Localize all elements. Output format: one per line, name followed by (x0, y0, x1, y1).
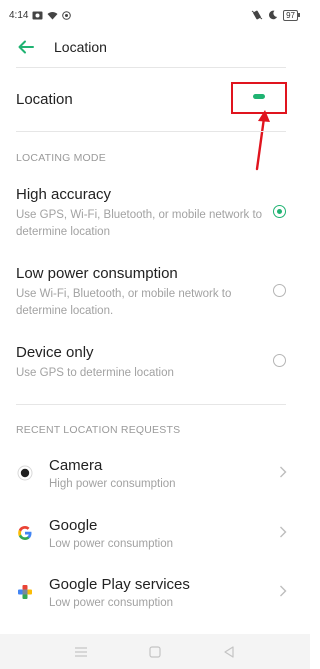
mode-option-title: Low power consumption (16, 265, 178, 282)
camera-icon (16, 464, 34, 482)
menu-icon (75, 646, 87, 657)
back-triangle-icon (224, 645, 234, 658)
navigation-bar (0, 634, 310, 669)
mode-option-description: Use GPS to determine location (16, 367, 174, 379)
mode-option-description: Use GPS, Wi-Fi, Bluetooth, or mobile net… (16, 209, 263, 238)
recent-request-camera[interactable]: Camera High power consumption (0, 450, 310, 506)
section-header-locating-mode: LOCATING MODE (16, 152, 106, 164)
location-toggle-label: Location (16, 90, 73, 108)
radio-unselected[interactable] (273, 354, 286, 367)
mode-option-high-accuracy[interactable]: High accuracy Use GPS, Wi-Fi, Bluetooth,… (0, 178, 310, 244)
chevron-right-icon (278, 465, 288, 479)
radio-unselected[interactable] (273, 284, 286, 297)
moon-icon (268, 10, 278, 20)
circle-icon (62, 10, 72, 20)
mode-option-title: High accuracy (16, 186, 112, 203)
back-button[interactable] (16, 37, 36, 57)
mode-option-device-only[interactable]: Device only Use GPS to determine locatio… (0, 336, 310, 386)
recent-request-app: Google Play services (49, 576, 190, 593)
recent-request-usage: Low power consumption (49, 597, 174, 609)
recent-request-usage: Low power consumption (49, 538, 174, 550)
annotation-arrow-icon (255, 110, 270, 171)
app-bar: Location (0, 30, 310, 64)
home-button[interactable] (147, 644, 163, 660)
back-nav-button[interactable] (221, 644, 237, 660)
home-square-icon (149, 645, 161, 658)
status-time: 4:14 (9, 9, 29, 21)
chevron-right-icon (278, 584, 288, 598)
divider (16, 404, 286, 405)
status-bar: 4:14 97 (0, 0, 310, 30)
radio-selected[interactable] (273, 205, 286, 218)
image-icon (32, 11, 43, 20)
recent-request-play-services[interactable]: Google Play services Low power consumpti… (0, 569, 310, 625)
recent-request-usage: High power consumption (49, 478, 176, 490)
vibrate-icon (251, 10, 263, 20)
status-right: 97 (251, 9, 300, 21)
recent-request-app: Camera (49, 457, 103, 474)
page-title: Location (54, 39, 107, 55)
menu-button[interactable] (73, 644, 89, 660)
google-g-icon (16, 524, 34, 542)
divider (16, 131, 286, 132)
section-header-recent-requests: RECENT LOCATION REQUESTS (16, 424, 181, 436)
wifi-icon (47, 11, 58, 20)
recent-request-google[interactable]: Google Low power consumption (0, 510, 310, 566)
status-left: 4:14 (9, 9, 72, 21)
mode-option-description: Use Wi-Fi, Bluetooth, or mobile network … (16, 288, 232, 317)
arrow-left-icon (18, 40, 34, 54)
battery-icon: 97 (283, 9, 300, 21)
chevron-right-icon (278, 525, 288, 539)
mode-option-low-power[interactable]: Low power consumption Use Wi-Fi, Bluetoo… (0, 257, 310, 323)
recent-request-app: Google (49, 517, 98, 534)
mode-option-title: Device only (16, 344, 94, 361)
play-services-icon (16, 583, 34, 601)
